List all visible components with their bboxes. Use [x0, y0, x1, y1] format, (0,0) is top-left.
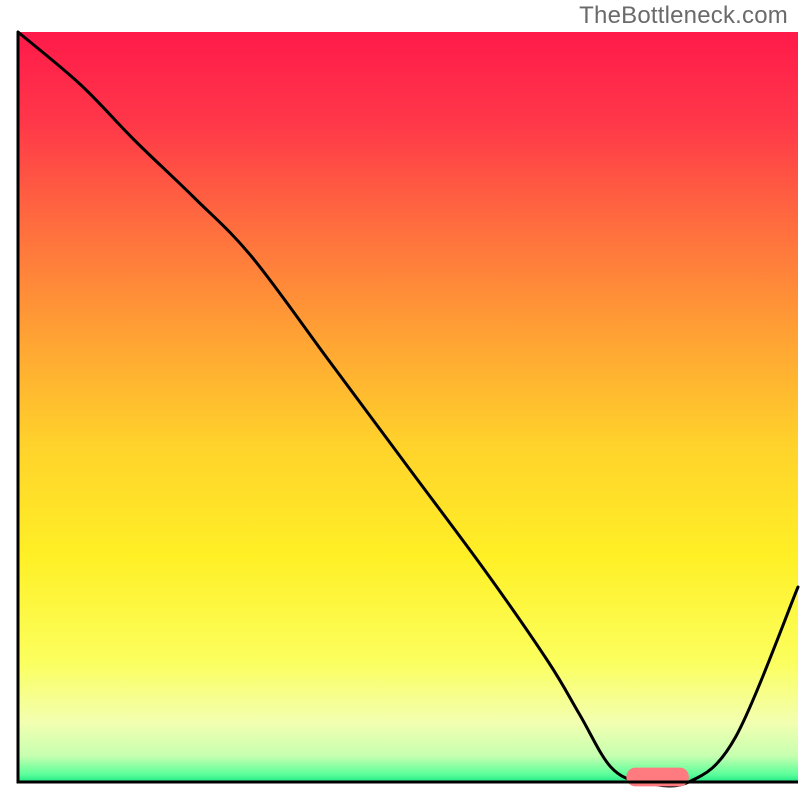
optimum-marker: [626, 768, 688, 787]
chart-svg: [0, 0, 800, 800]
plot-background: [18, 32, 798, 782]
watermark-text: TheBottleneck.com: [579, 2, 788, 30]
chart-container: TheBottleneck.com: [0, 0, 800, 800]
